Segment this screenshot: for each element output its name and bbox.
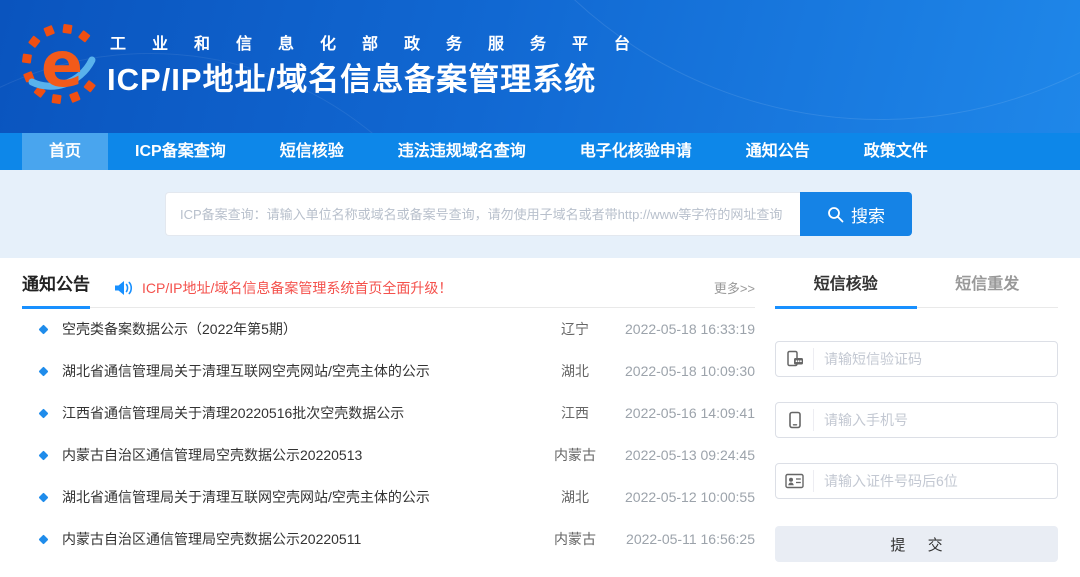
submit-button[interactable]: 提 交	[775, 526, 1058, 562]
nav-item-policy-files[interactable]: 政策文件	[837, 133, 955, 170]
notice-province: 湖北	[531, 487, 619, 507]
platform-title: 工业和信息化部政务服务平台	[110, 30, 656, 54]
diamond-bullet-icon	[39, 408, 49, 418]
tab-sms-verify[interactable]: 短信核验	[775, 268, 917, 308]
notice-row[interactable]: 内蒙古自治区通信管理局空壳数据公示20220511 内蒙古 2022-05-11…	[22, 518, 755, 560]
nav-item-notices[interactable]: 通知公告	[719, 133, 837, 170]
icp-search-input[interactable]	[165, 192, 800, 236]
notice-province: 内蒙古	[531, 445, 619, 465]
notice-date: 2022-05-18 10:09:30	[619, 363, 755, 379]
mobile-field-wrap	[775, 402, 1058, 438]
search-button-label: 搜索	[851, 202, 885, 227]
mobile-number-input[interactable]	[814, 404, 1057, 436]
sms-verify-panel: 短信核验 短信重发	[775, 268, 1058, 562]
diamond-bullet-icon	[39, 492, 49, 502]
notice-province: 江西	[531, 403, 619, 423]
notice-date: 2022-05-12 10:00:55	[619, 489, 755, 505]
sms-tabs: 短信核验 短信重发	[775, 268, 1058, 308]
search-button[interactable]: 搜索	[800, 192, 912, 236]
main-content: 通知公告 ICP/IP地址/域名信息备案管理系统首页全面升级！ 更多>> 空壳类…	[0, 258, 1080, 562]
nav-item-illegal-domain[interactable]: 违法违规域名查询	[371, 133, 553, 170]
megaphone-icon	[114, 280, 133, 296]
diamond-bullet-icon	[39, 366, 49, 376]
announcement-marquee: ICP/IP地址/域名信息备案管理系统首页全面升级！	[114, 278, 452, 298]
notice-date: 2022-05-18 16:33:19	[619, 321, 755, 337]
sms-code-field-wrap	[775, 341, 1058, 377]
sms-form: 提 交	[775, 308, 1058, 562]
notice-province: 内蒙古	[531, 529, 619, 549]
mobile-icon	[776, 409, 814, 431]
id-number-input[interactable]	[814, 465, 1057, 497]
notices-header: 通知公告 ICP/IP地址/域名信息备案管理系统首页全面升级！ 更多>>	[22, 268, 755, 308]
main-nav: 首页 ICP备案查询 短信核验 违法违规域名查询 电子化核验申请 通知公告 政策…	[0, 133, 1080, 170]
miit-icp-logo-icon: e	[22, 22, 102, 106]
notice-title[interactable]: 空壳类备案数据公示（2022年第5期）	[62, 319, 531, 339]
search-section: 搜索	[0, 170, 1080, 258]
announcement-text[interactable]: ICP/IP地址/域名信息备案管理系统首页全面升级！	[142, 278, 452, 298]
system-title: ICP/IP地址/域名信息备案管理系统	[107, 54, 596, 99]
notice-date: 2022-05-11 16:56:25	[619, 531, 755, 547]
nav-item-home[interactable]: 首页	[22, 133, 108, 170]
sms-code-icon	[776, 348, 814, 370]
notice-row[interactable]: 江西省通信管理局关于清理20220516批次空壳数据公示 江西 2022-05-…	[22, 392, 755, 434]
notices-section-title: 通知公告	[22, 268, 90, 308]
notices-section: 通知公告 ICP/IP地址/域名信息备案管理系统首页全面升级！ 更多>> 空壳类…	[22, 268, 755, 562]
nav-item-e-verify-apply[interactable]: 电子化核验申请	[553, 133, 719, 170]
notice-date: 2022-05-13 09:24:45	[619, 447, 755, 463]
tab-sms-resend[interactable]: 短信重发	[917, 268, 1059, 308]
notice-row[interactable]: 内蒙古自治区通信管理局空壳数据公示20220513 内蒙古 2022-05-13…	[22, 434, 755, 476]
diamond-bullet-icon	[39, 534, 49, 544]
diamond-bullet-icon	[39, 324, 49, 334]
notice-province: 辽宁	[531, 319, 619, 339]
notice-title[interactable]: 内蒙古自治区通信管理局空壳数据公示20220511	[62, 529, 531, 549]
nav-item-icp-query[interactable]: ICP备案查询	[108, 133, 253, 170]
notice-row[interactable]: 湖北省通信管理局关于清理互联网空壳网站/空壳主体的公示 湖北 2022-05-1…	[22, 476, 755, 518]
notice-title[interactable]: 湖北省通信管理局关于清理互联网空壳网站/空壳主体的公示	[62, 487, 531, 507]
notice-province: 湖北	[531, 361, 619, 381]
notice-title[interactable]: 内蒙古自治区通信管理局空壳数据公示20220513	[62, 445, 531, 465]
notice-date: 2022-05-16 14:09:41	[619, 405, 755, 421]
svg-text:e: e	[41, 28, 83, 101]
search-icon	[827, 206, 844, 223]
id-number-field-wrap	[775, 463, 1058, 499]
id-card-icon	[776, 470, 814, 492]
more-link[interactable]: 更多>>	[714, 278, 755, 297]
notice-row[interactable]: 空壳类备案数据公示（2022年第5期） 辽宁 2022-05-18 16:33:…	[22, 308, 755, 350]
sms-code-input[interactable]	[814, 343, 1057, 375]
nav-item-sms-verify[interactable]: 短信核验	[253, 133, 371, 170]
notice-title[interactable]: 江西省通信管理局关于清理20220516批次空壳数据公示	[62, 403, 531, 423]
notice-title[interactable]: 湖北省通信管理局关于清理互联网空壳网站/空壳主体的公示	[62, 361, 531, 381]
site-header: e 工业和信息化部政务服务平台 ICP/IP地址/域名信息备案管理系统	[0, 0, 1080, 133]
notice-row[interactable]: 湖北省通信管理局关于清理互联网空壳网站/空壳主体的公示 湖北 2022-05-1…	[22, 350, 755, 392]
diamond-bullet-icon	[39, 450, 49, 460]
